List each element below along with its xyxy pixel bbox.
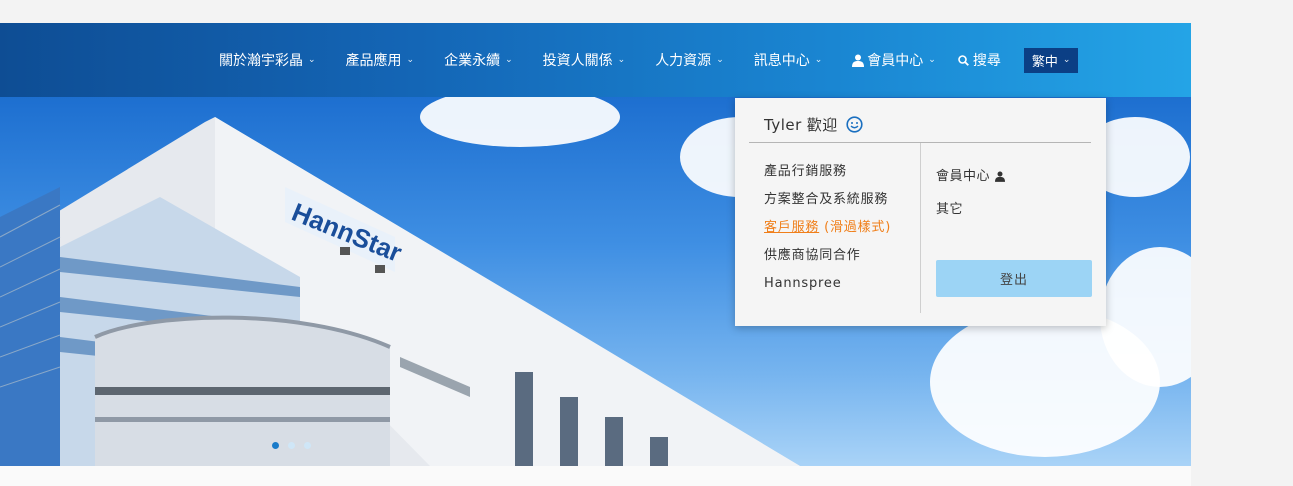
nav-item-search[interactable]: 搜尋: [958, 50, 1001, 70]
logout-button[interactable]: 登出: [936, 260, 1092, 297]
search-icon: [958, 54, 969, 66]
chevron-down-icon: ⌄: [617, 55, 626, 65]
link-label: Hannspree: [764, 276, 842, 291]
carousel-dot[interactable]: [288, 442, 295, 449]
nav-item-hr[interactable]: 人力資源 ⌄: [655, 50, 724, 70]
nav-item-news[interactable]: 訊息中心 ⌄: [754, 50, 823, 70]
smile-icon: [846, 116, 863, 133]
main-navbar: 關於瀚宇彩晶 ⌄ 產品應用 ⌄ 企業永續 ⌄ 投資人關係 ⌄ 人力資源 ⌄ 訊息…: [0, 23, 1191, 97]
divider: [920, 143, 921, 313]
user-icon: [852, 54, 865, 67]
nav-item-label: 會員中心: [867, 53, 924, 69]
nav-item-label: 投資人關係: [542, 53, 613, 69]
link-customer-service[interactable]: 客戶服務 (滑過樣式): [764, 218, 891, 246]
nav-item-products[interactable]: 產品應用 ⌄: [346, 50, 415, 70]
member-dropdown: Tyler 歡迎 產品行銷服務 方案整合及系統服務 客戶服務 (滑過樣式) 供應…: [735, 98, 1106, 326]
chevron-down-icon: ⌄: [308, 55, 316, 65]
link-member-center[interactable]: 會員中心: [936, 160, 1006, 193]
chevron-down-icon: ⌄: [406, 55, 415, 65]
carousel-dot[interactable]: [272, 442, 279, 449]
link-label: 客戶服務: [764, 220, 820, 235]
link-label: 產品行銷服務: [764, 164, 847, 179]
link-product-marketing[interactable]: 產品行銷服務: [764, 162, 891, 190]
language-label: 繁中: [1031, 54, 1058, 70]
nav-item-investors[interactable]: 投資人關係 ⌄: [543, 50, 626, 70]
content-area: [0, 466, 1191, 486]
link-label: 其它: [936, 202, 964, 217]
language-selector[interactable]: 繁中 ⌄: [1023, 47, 1079, 73]
carousel-dots: [272, 442, 320, 449]
welcome-header: Tyler 歡迎: [764, 114, 863, 135]
nav-item-about[interactable]: 關於瀚宇彩晶 ⌄: [219, 50, 316, 70]
chevron-down-icon: ⌄: [814, 55, 823, 65]
nav-item-member[interactable]: 會員中心 ⌄: [852, 50, 936, 70]
link-label: 供應商協同合作: [764, 248, 861, 263]
link-other[interactable]: 其它: [936, 193, 1005, 226]
nav-item-label: 訊息中心: [753, 53, 810, 69]
chevron-down-icon: ⌄: [1062, 55, 1071, 65]
nav-item-label: 企業永續: [444, 53, 501, 69]
chevron-down-icon: ⌄: [716, 55, 724, 65]
nav-item-label: 搜尋: [972, 53, 1001, 69]
welcome-username: Tyler: [764, 115, 802, 134]
service-links: 產品行銷服務 方案整合及系統服務 客戶服務 (滑過樣式) 供應商協同合作 Han…: [764, 162, 891, 302]
link-label: 會員中心: [936, 169, 991, 184]
link-hannspree[interactable]: Hannspree: [764, 274, 891, 302]
nav-item-label: 關於瀚宇彩晶: [219, 53, 303, 69]
chevron-down-icon: ⌄: [928, 55, 936, 65]
link-supplier-collab[interactable]: 供應商協同合作: [764, 246, 891, 274]
member-links: 會員中心 其它: [936, 160, 1006, 226]
nav-menu: 關於瀚宇彩晶 ⌄ 產品應用 ⌄ 企業永續 ⌄ 投資人關係 ⌄ 人力資源 ⌄ 訊息…: [219, 23, 1079, 97]
link-solution-integration[interactable]: 方案整合及系統服務: [764, 190, 891, 218]
nav-item-label: 產品應用: [345, 53, 402, 69]
user-icon: [995, 171, 1006, 182]
nav-item-label: 人力資源: [655, 53, 712, 69]
link-label: 方案整合及系統服務: [764, 192, 889, 207]
nav-item-sustainability[interactable]: 企業永續 ⌄: [444, 50, 513, 70]
chevron-down-icon: ⌄: [505, 55, 513, 65]
carousel-dot[interactable]: [304, 442, 311, 449]
welcome-text: 歡迎: [806, 116, 838, 134]
link-note: (滑過樣式): [824, 220, 892, 235]
